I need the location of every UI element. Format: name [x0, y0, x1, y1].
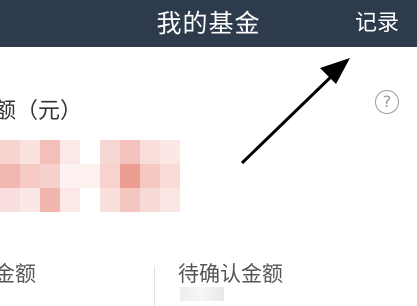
- top-navigation-bar: 我的基金 记录: [0, 0, 417, 47]
- masked-total-amount: [0, 140, 190, 212]
- total-amount-label: 额（元）: [0, 99, 83, 124]
- fund-amount-label: 金额: [0, 262, 36, 286]
- help-circle-icon[interactable]: ?: [375, 90, 399, 114]
- pending-amount-label: 待确认金额: [178, 262, 283, 286]
- summary-divider: [154, 266, 155, 306]
- records-button[interactable]: 记录: [355, 0, 399, 47]
- masked-pending-amount: [180, 287, 224, 301]
